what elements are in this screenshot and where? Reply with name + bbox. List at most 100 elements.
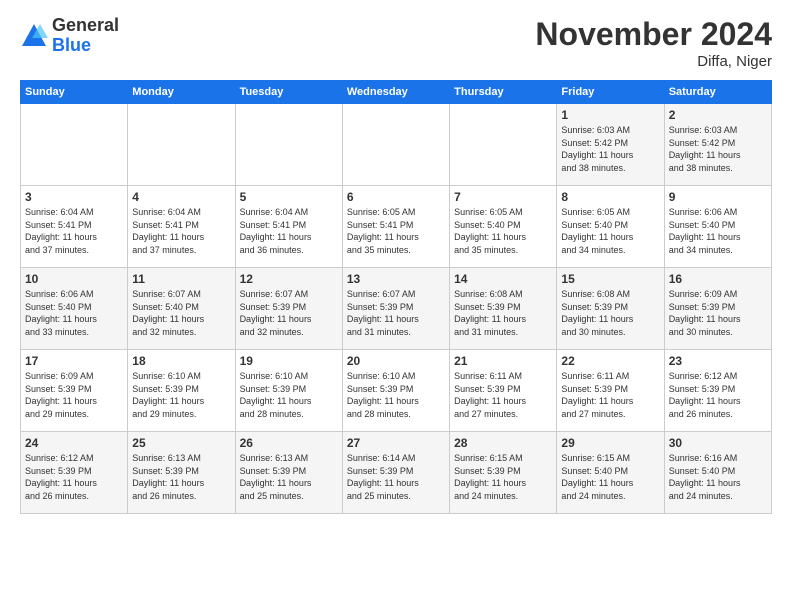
day-info-2-1: Sunrise: 6:07 AM Sunset: 5:40 PM Dayligh… [132,288,230,338]
day-info-1-2: Sunrise: 6:04 AM Sunset: 5:41 PM Dayligh… [240,206,338,256]
cell-0-5: 1 Sunrise: 6:03 AM Sunset: 5:42 PM Daylig… [557,104,664,186]
logo-general: General [52,16,119,36]
cell-0-2 [235,104,342,186]
cell-1-2: 5 Sunrise: 6:04 AM Sunset: 5:41 PM Daylig… [235,186,342,268]
cell-2-4: 14Sunrise: 6:08 AM Sunset: 5:39 PM Dayli… [450,268,557,350]
cell-2-5: 15Sunrise: 6:08 AM Sunset: 5:39 PM Dayli… [557,268,664,350]
cell-4-1: 25 Sunrise: 6:13 AM Sunset: 5:39 PM Dayli… [128,432,235,514]
cell-3-4: 21 Sunrise: 6:11 AM Sunset: 5:39 PM Dayli… [450,350,557,432]
location: Diffa, Niger [535,53,772,70]
day-num-2-5: 15 [561,272,659,286]
cell-4-3: 27 Sunrise: 6:14 AM Sunset: 5:39 PM Dayli… [342,432,449,514]
cell-3-1: 18Sunrise: 6:10 AM Sunset: 5:39 PM Dayli… [128,350,235,432]
cell-2-6: 16 Sunrise: 6:09 AM Sunset: 5:39 PM Dayli… [664,268,771,350]
day-num-1-3: 6 [347,190,445,204]
header-wednesday: Wednesday [342,81,449,104]
cell-0-3 [342,104,449,186]
cell-1-5: 8 Sunrise: 6:05 AM Sunset: 5:40 PM Daylig… [557,186,664,268]
cell-3-2: 19 Sunrise: 6:10 AM Sunset: 5:39 PM Dayli… [235,350,342,432]
cell-2-1: 11 Sunrise: 6:07 AM Sunset: 5:40 PM Dayli… [128,268,235,350]
day-info-3-5: Sunrise: 6:11 AM Sunset: 5:39 PM Dayligh… [561,370,659,420]
day-num-2-0: 10 [25,272,123,286]
cell-1-4: 7 Sunrise: 6:05 AM Sunset: 5:40 PM Daylig… [450,186,557,268]
day-num-4-0: 24 [25,436,123,450]
header-tuesday: Tuesday [235,81,342,104]
day-info-2-3: Sunrise: 6:07 AM Sunset: 5:39 PM Dayligh… [347,288,445,338]
cell-0-4 [450,104,557,186]
day-info-3-2: Sunrise: 6:10 AM Sunset: 5:39 PM Dayligh… [240,370,338,420]
day-info-2-2: Sunrise: 6:07 AM Sunset: 5:39 PM Dayligh… [240,288,338,338]
day-info-4-4: Sunrise: 6:15 AM Sunset: 5:39 PM Dayligh… [454,452,552,502]
logo-blue: Blue [52,36,119,56]
header-saturday: Saturday [664,81,771,104]
day-num-1-0: 3 [25,190,123,204]
day-info-3-4: Sunrise: 6:11 AM Sunset: 5:39 PM Dayligh… [454,370,552,420]
day-info-1-3: Sunrise: 6:05 AM Sunset: 5:41 PM Dayligh… [347,206,445,256]
day-info-1-5: Sunrise: 6:05 AM Sunset: 5:40 PM Dayligh… [561,206,659,256]
day-info-4-3: Sunrise: 6:14 AM Sunset: 5:39 PM Dayligh… [347,452,445,502]
day-num-2-3: 13 [347,272,445,286]
day-num-3-2: 19 [240,354,338,368]
cell-1-3: 6 Sunrise: 6:05 AM Sunset: 5:41 PM Daylig… [342,186,449,268]
day-num-3-5: 22 [561,354,659,368]
day-info-3-0: Sunrise: 6:09 AM Sunset: 5:39 PM Dayligh… [25,370,123,420]
day-num-4-1: 25 [132,436,230,450]
header-friday: Friday [557,81,664,104]
day-num-2-1: 11 [132,272,230,286]
day-num-0-5: 1 [561,108,659,122]
header-thursday: Thursday [450,81,557,104]
cell-0-0 [21,104,128,186]
cell-2-0: 10 Sunrise: 6:06 AM Sunset: 5:40 PM Dayli… [21,268,128,350]
cell-1-6: 9Sunrise: 6:06 AM Sunset: 5:40 PM Daylig… [664,186,771,268]
day-info-3-3: Sunrise: 6:10 AM Sunset: 5:39 PM Dayligh… [347,370,445,420]
day-num-0-6: 2 [669,108,767,122]
week-row-1: 3 Sunrise: 6:04 AM Sunset: 5:41 PM Daylig… [21,186,772,268]
day-info-4-2: Sunrise: 6:13 AM Sunset: 5:39 PM Dayligh… [240,452,338,502]
day-info-1-1: Sunrise: 6:04 AM Sunset: 5:41 PM Dayligh… [132,206,230,256]
cell-0-1 [128,104,235,186]
page: General Blue November 2024 Diffa, Niger … [0,0,792,524]
day-num-3-4: 21 [454,354,552,368]
day-info-2-6: Sunrise: 6:09 AM Sunset: 5:39 PM Dayligh… [669,288,767,338]
day-num-2-2: 12 [240,272,338,286]
cell-2-2: 12 Sunrise: 6:07 AM Sunset: 5:39 PM Dayli… [235,268,342,350]
cell-3-6: 23Sunrise: 6:12 AM Sunset: 5:39 PM Dayli… [664,350,771,432]
day-info-3-6: Sunrise: 6:12 AM Sunset: 5:39 PM Dayligh… [669,370,767,420]
day-info-4-5: Sunrise: 6:15 AM Sunset: 5:40 PM Dayligh… [561,452,659,502]
cell-1-1: 4Sunrise: 6:04 AM Sunset: 5:41 PM Daylig… [128,186,235,268]
day-info-4-0: Sunrise: 6:12 AM Sunset: 5:39 PM Dayligh… [25,452,123,502]
week-row-4: 24 Sunrise: 6:12 AM Sunset: 5:39 PM Dayli… [21,432,772,514]
header-row: Sunday Monday Tuesday Wednesday Thursday… [21,81,772,104]
week-row-3: 17 Sunrise: 6:09 AM Sunset: 5:39 PM Dayli… [21,350,772,432]
cell-4-6: 30 Sunrise: 6:16 AM Sunset: 5:40 PM Dayli… [664,432,771,514]
day-info-0-5: Sunrise: 6:03 AM Sunset: 5:42 PM Dayligh… [561,124,659,174]
month-title: November 2024 [535,16,772,53]
day-num-4-2: 26 [240,436,338,450]
header: General Blue November 2024 Diffa, Niger [20,16,772,70]
cell-2-3: 13 Sunrise: 6:07 AM Sunset: 5:39 PM Dayli… [342,268,449,350]
day-num-2-4: 14 [454,272,552,286]
day-info-4-6: Sunrise: 6:16 AM Sunset: 5:40 PM Dayligh… [669,452,767,502]
day-num-1-2: 5 [240,190,338,204]
day-info-2-0: Sunrise: 6:06 AM Sunset: 5:40 PM Dayligh… [25,288,123,338]
day-num-1-4: 7 [454,190,552,204]
week-row-2: 10 Sunrise: 6:06 AM Sunset: 5:40 PM Dayli… [21,268,772,350]
day-num-4-4: 28 [454,436,552,450]
day-num-3-3: 20 [347,354,445,368]
day-info-4-1: Sunrise: 6:13 AM Sunset: 5:39 PM Dayligh… [132,452,230,502]
day-num-4-3: 27 [347,436,445,450]
day-num-1-5: 8 [561,190,659,204]
day-num-3-0: 17 [25,354,123,368]
calendar-table: Sunday Monday Tuesday Wednesday Thursday… [20,80,772,514]
day-info-0-6: Sunrise: 6:03 AM Sunset: 5:42 PM Dayligh… [669,124,767,174]
day-info-1-4: Sunrise: 6:05 AM Sunset: 5:40 PM Dayligh… [454,206,552,256]
header-monday: Monday [128,81,235,104]
day-num-2-6: 16 [669,272,767,286]
week-row-0: 1 Sunrise: 6:03 AM Sunset: 5:42 PM Daylig… [21,104,772,186]
day-info-3-1: Sunrise: 6:10 AM Sunset: 5:39 PM Dayligh… [132,370,230,420]
day-num-4-6: 30 [669,436,767,450]
cell-3-3: 20 Sunrise: 6:10 AM Sunset: 5:39 PM Dayli… [342,350,449,432]
day-info-1-0: Sunrise: 6:04 AM Sunset: 5:41 PM Dayligh… [25,206,123,256]
logo: General Blue [20,16,119,56]
day-num-4-5: 29 [561,436,659,450]
